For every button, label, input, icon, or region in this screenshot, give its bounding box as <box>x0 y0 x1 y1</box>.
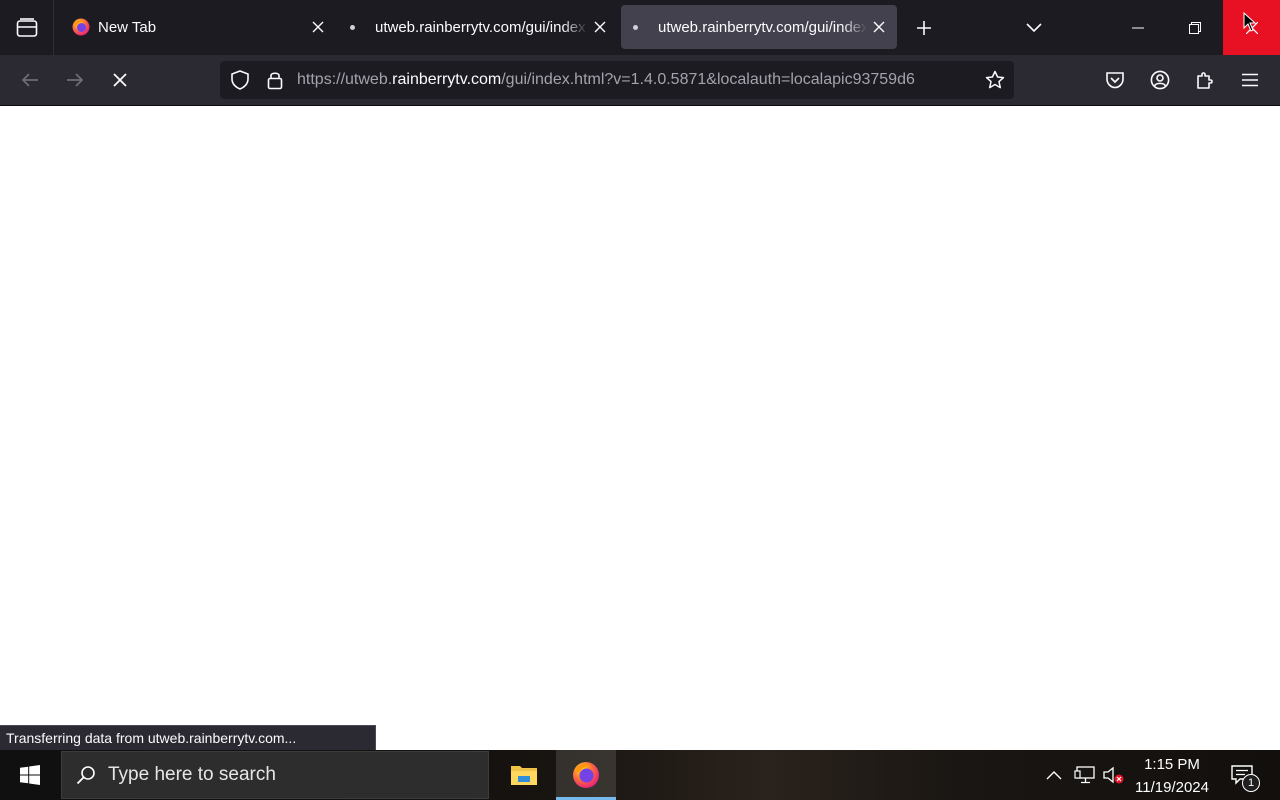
clock-time: 1:15 PM <box>1144 756 1200 773</box>
status-panel: Transferring data from utweb.rainberrytv… <box>0 725 376 750</box>
puzzle-piece-icon <box>1197 72 1213 89</box>
taskbar-clock[interactable]: 1:15 PM 11/19/2024 <box>1130 750 1214 800</box>
navigation-toolbar: https://utweb.rainberrytv.com/gui/index.… <box>0 55 1280 106</box>
loading-dot-icon <box>350 24 355 30</box>
page-content <box>0 106 1280 750</box>
account-icon <box>1150 70 1170 90</box>
tab-title: New Tab <box>98 18 157 36</box>
app-menu-button[interactable] <box>1234 64 1266 96</box>
bookmark-star-icon[interactable] <box>983 68 1007 92</box>
back-arrow-icon <box>21 73 38 87</box>
forward-button[interactable] <box>59 64 91 96</box>
minimize-button[interactable] <box>1109 0 1166 55</box>
new-tab-button[interactable] <box>908 12 940 44</box>
url-text[interactable]: https://utweb.rainberrytv.com/gui/index.… <box>297 61 977 99</box>
url-prefix: https://utweb. <box>297 71 393 88</box>
pocket-button[interactable] <box>1099 64 1131 96</box>
firefox-taskbar-button[interactable] <box>556 750 616 800</box>
minimize-icon <box>1131 27 1144 28</box>
close-tab-icon[interactable] <box>306 15 330 39</box>
account-button[interactable] <box>1144 64 1176 96</box>
firefox-icon <box>573 762 599 788</box>
tracking-protection-shield-icon[interactable] <box>228 68 252 92</box>
windows-logo-icon <box>20 765 40 785</box>
hamburger-menu-icon <box>1242 73 1258 87</box>
tab-utweb-2[interactable]: utweb.rainberrytv.com/gui/index.html <box>621 5 897 49</box>
tab-utweb-1[interactable]: utweb.rainberrytv.com/gui/index.html <box>338 5 618 49</box>
stop-button[interactable] <box>104 64 136 96</box>
tab-title: utweb.rainberrytv.com/gui/index.html <box>658 18 867 36</box>
close-tab-icon[interactable] <box>867 15 891 39</box>
list-all-tabs-button[interactable] <box>1018 12 1050 44</box>
back-button[interactable] <box>14 64 46 96</box>
show-hidden-icons-chevron-up-icon[interactable] <box>1042 763 1066 787</box>
clock-date: 11/19/2024 <box>1135 779 1209 796</box>
stop-x-icon <box>113 73 127 87</box>
plus-icon <box>917 21 931 35</box>
loading-dot-icon <box>633 24 638 30</box>
restore-icon <box>1188 21 1201 34</box>
start-button[interactable] <box>0 750 60 800</box>
network-icon[interactable] <box>1073 763 1097 787</box>
extensions-button[interactable] <box>1189 64 1221 96</box>
close-tab-icon[interactable] <box>588 15 612 39</box>
file-explorer-taskbar-button[interactable] <box>494 750 554 800</box>
url-path: /gui/index.html?v=1.4.0.5871&localauth=l… <box>501 71 915 88</box>
firefox-view-icon <box>16 17 37 37</box>
search-placeholder: Type here to search <box>108 764 276 785</box>
firefox-view-button[interactable] <box>0 0 54 55</box>
pocket-icon <box>1106 72 1124 89</box>
file-explorer-icon <box>511 766 537 785</box>
forward-arrow-icon <box>67 73 84 87</box>
firefox-logo-icon <box>72 18 90 36</box>
search-icon <box>76 765 96 785</box>
tab-strip: New Tab utweb.rainberrytv.com/gui/index.… <box>0 0 1280 55</box>
taskbar-search-box[interactable]: Type here to search <box>61 751 489 799</box>
volume-muted-icon[interactable] <box>1102 763 1126 787</box>
windows-taskbar: Type here to search 1:15 PM 11/19/2024 1 <box>0 750 1280 800</box>
action-center-button[interactable]: 1 <box>1222 750 1262 800</box>
tab-new-tab[interactable]: New Tab <box>56 5 336 49</box>
notification-count-badge: 1 <box>1242 774 1260 792</box>
chevron-down-icon <box>1026 23 1042 33</box>
tab-title: utweb.rainberrytv.com/gui/index.html <box>375 18 588 36</box>
url-bar[interactable]: https://utweb.rainberrytv.com/gui/index.… <box>220 61 1014 99</box>
restore-button[interactable] <box>1166 0 1223 55</box>
url-host: rainberrytv.com <box>392 71 502 88</box>
mouse-cursor-icon <box>1243 12 1257 32</box>
lock-icon[interactable] <box>263 68 287 92</box>
